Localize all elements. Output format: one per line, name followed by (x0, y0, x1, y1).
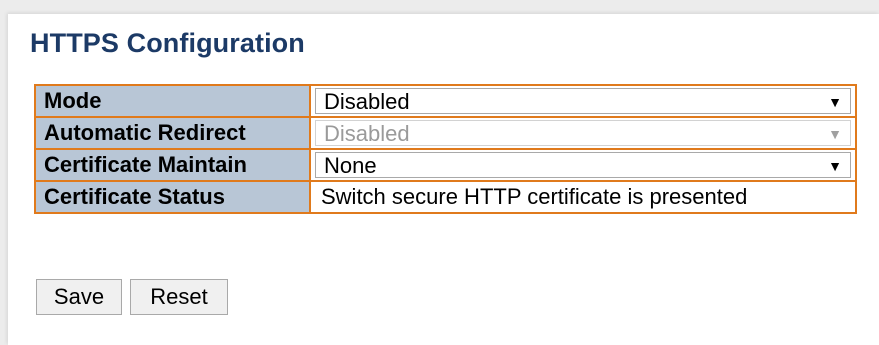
save-button[interactable]: Save (36, 279, 122, 315)
page-title: HTTPS Configuration (30, 28, 305, 58)
automatic-redirect-cell: Disabled ▼ (311, 118, 855, 150)
certificate-status-label: Certificate Status (36, 182, 311, 212)
table-row-certificate-maintain: Certificate Maintain None ▼ (36, 150, 855, 182)
certificate-maintain-label: Certificate Maintain (36, 150, 311, 182)
chevron-down-icon: ▼ (828, 158, 842, 174)
reset-button[interactable]: Reset (130, 279, 228, 315)
certificate-status-text: Switch secure HTTP certificate is presen… (321, 184, 748, 209)
table-row-certificate-status: Certificate Status Switch secure HTTP ce… (36, 182, 855, 212)
mode-select[interactable]: Disabled ▼ (315, 88, 851, 114)
certificate-maintain-select[interactable]: None ▼ (315, 152, 851, 178)
chevron-down-icon: ▼ (828, 126, 842, 142)
automatic-redirect-label: Automatic Redirect (36, 118, 311, 150)
certificate-status-cell: Switch secure HTTP certificate is presen… (311, 182, 855, 212)
automatic-redirect-select: Disabled ▼ (315, 120, 851, 146)
certificate-maintain-select-value: None (324, 153, 377, 178)
automatic-redirect-select-value: Disabled (324, 121, 410, 146)
mode-select-value: Disabled (324, 89, 410, 114)
certificate-maintain-cell: None ▼ (311, 150, 855, 182)
mode-cell: Disabled ▼ (311, 86, 855, 118)
table-row-automatic-redirect: Automatic Redirect Disabled ▼ (36, 118, 855, 150)
https-config-table: Mode Disabled ▼ Automatic Redirect Disab… (34, 84, 857, 214)
mode-label: Mode (36, 86, 311, 118)
table-row-mode: Mode Disabled ▼ (36, 86, 855, 118)
chevron-down-icon: ▼ (828, 94, 842, 110)
